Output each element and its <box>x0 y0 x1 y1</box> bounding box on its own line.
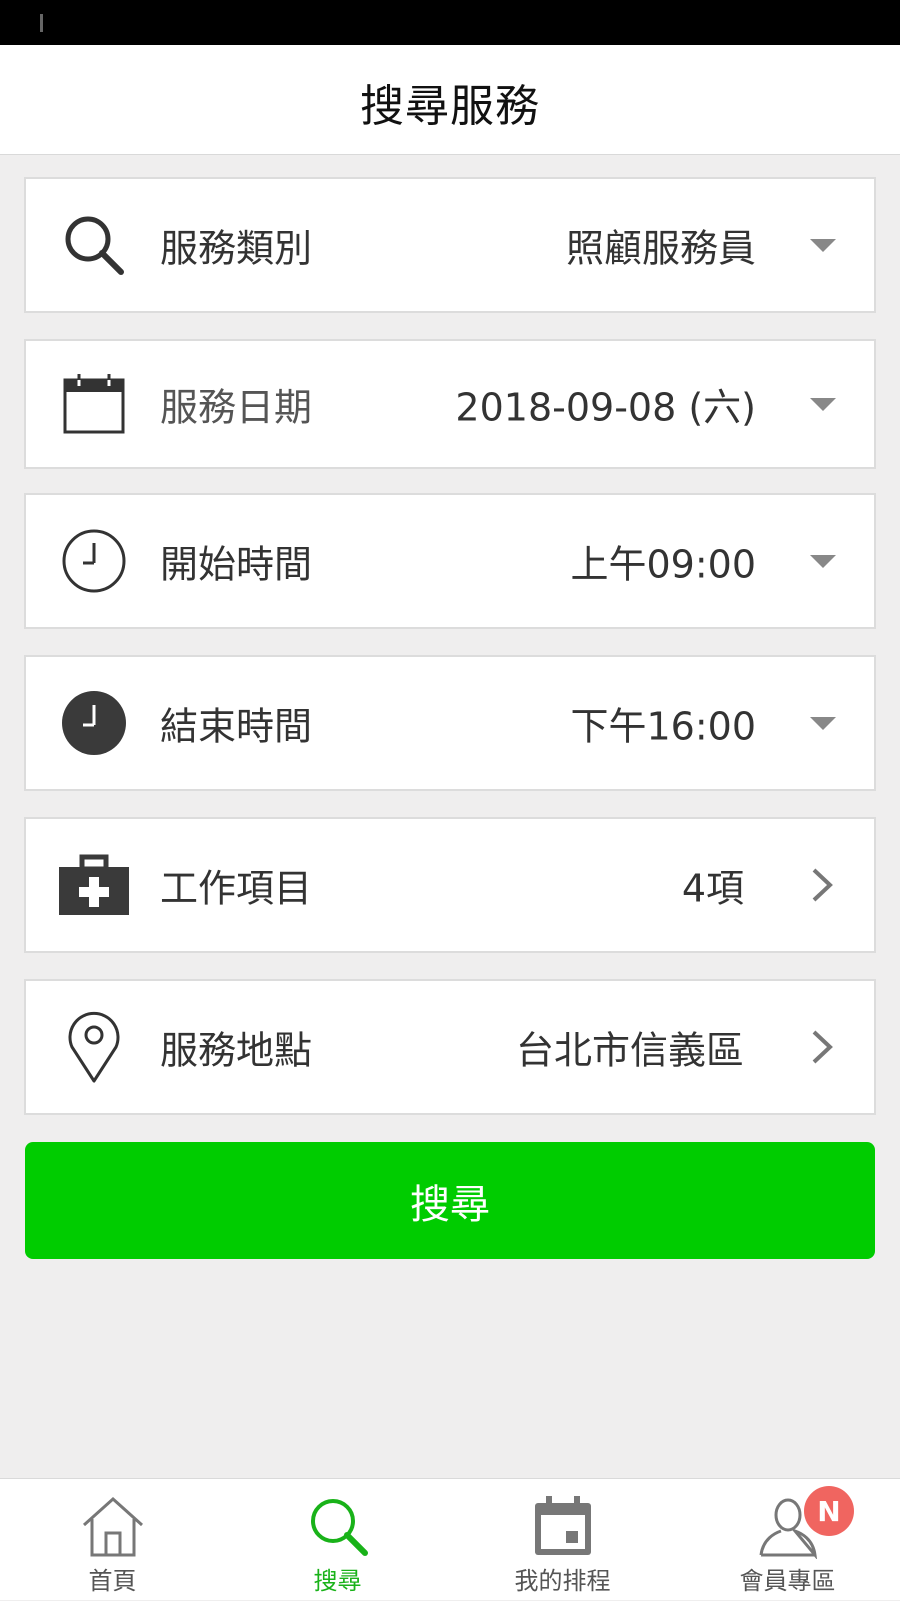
tab-home[interactable]: 首頁 <box>0 1479 225 1601</box>
work-items-label: 工作項目 <box>160 866 313 911</box>
category-value: 照顧服務員 <box>565 226 756 271</box>
home-icon <box>82 1496 143 1557</box>
start-time-select[interactable]: 開始時間 上午09:00 <box>24 493 876 629</box>
work-items-value: 4項 <box>681 866 744 911</box>
notification-badge: N <box>804 1486 854 1536</box>
end-time-select[interactable]: 結束時間 下午16:00 <box>24 655 876 791</box>
category-select[interactable]: 服務類別 照顧服務員 <box>24 177 876 313</box>
dropdown-arrow-icon <box>810 239 836 252</box>
tab-label: 搜尋 <box>313 1567 362 1595</box>
search-icon <box>310 1499 368 1556</box>
search-icon <box>58 209 130 281</box>
start-time-value: 上午09:00 <box>570 542 756 587</box>
calendar-icon <box>534 1496 591 1555</box>
location-row[interactable]: 服務地點 台北市信義區 <box>24 979 876 1115</box>
date-value: 2018-09-08 (六) <box>455 385 756 430</box>
page-title: 搜尋服務 <box>360 81 540 132</box>
status-bar <box>0 0 900 45</box>
start-time-label: 開始時間 <box>160 542 313 587</box>
location-label: 服務地點 <box>160 1028 313 1073</box>
header: 搜尋服務 <box>0 45 900 155</box>
medical-kit-icon <box>58 849 130 921</box>
tab-my-schedule[interactable]: 我的排程 <box>450 1479 675 1601</box>
search-button[interactable]: 搜尋 <box>25 1142 875 1259</box>
dropdown-arrow-icon <box>810 555 836 568</box>
tab-label: 首頁 <box>88 1567 137 1595</box>
dropdown-arrow-icon <box>810 717 836 730</box>
tab-label: 會員專區 <box>739 1567 836 1595</box>
category-label: 服務類別 <box>160 226 313 271</box>
status-indicator <box>40 14 43 32</box>
calendar-icon <box>58 368 130 440</box>
chevron-right-icon <box>812 1030 833 1064</box>
work-items-row[interactable]: 工作項目 4項 <box>24 817 876 953</box>
clock-filled-icon <box>58 687 130 759</box>
chevron-right-icon <box>812 868 833 902</box>
dropdown-arrow-icon <box>810 398 836 411</box>
end-time-value: 下午16:00 <box>570 704 756 749</box>
location-value: 台北市信義區 <box>515 1028 744 1073</box>
date-label: 服務日期 <box>160 385 313 430</box>
date-select[interactable]: 服務日期 2018-09-08 (六) <box>24 339 876 469</box>
tab-label: 我的排程 <box>514 1567 611 1595</box>
tab-search[interactable]: 搜尋 <box>225 1479 450 1601</box>
clock-outline-icon <box>58 525 130 597</box>
location-pin-icon <box>58 1011 130 1083</box>
bottom-tab-bar: 首頁 搜尋 我的排程 會員專區 <box>0 1478 900 1600</box>
tab-member-area[interactable]: 會員專區 <box>675 1479 900 1601</box>
end-time-label: 結束時間 <box>160 704 313 749</box>
